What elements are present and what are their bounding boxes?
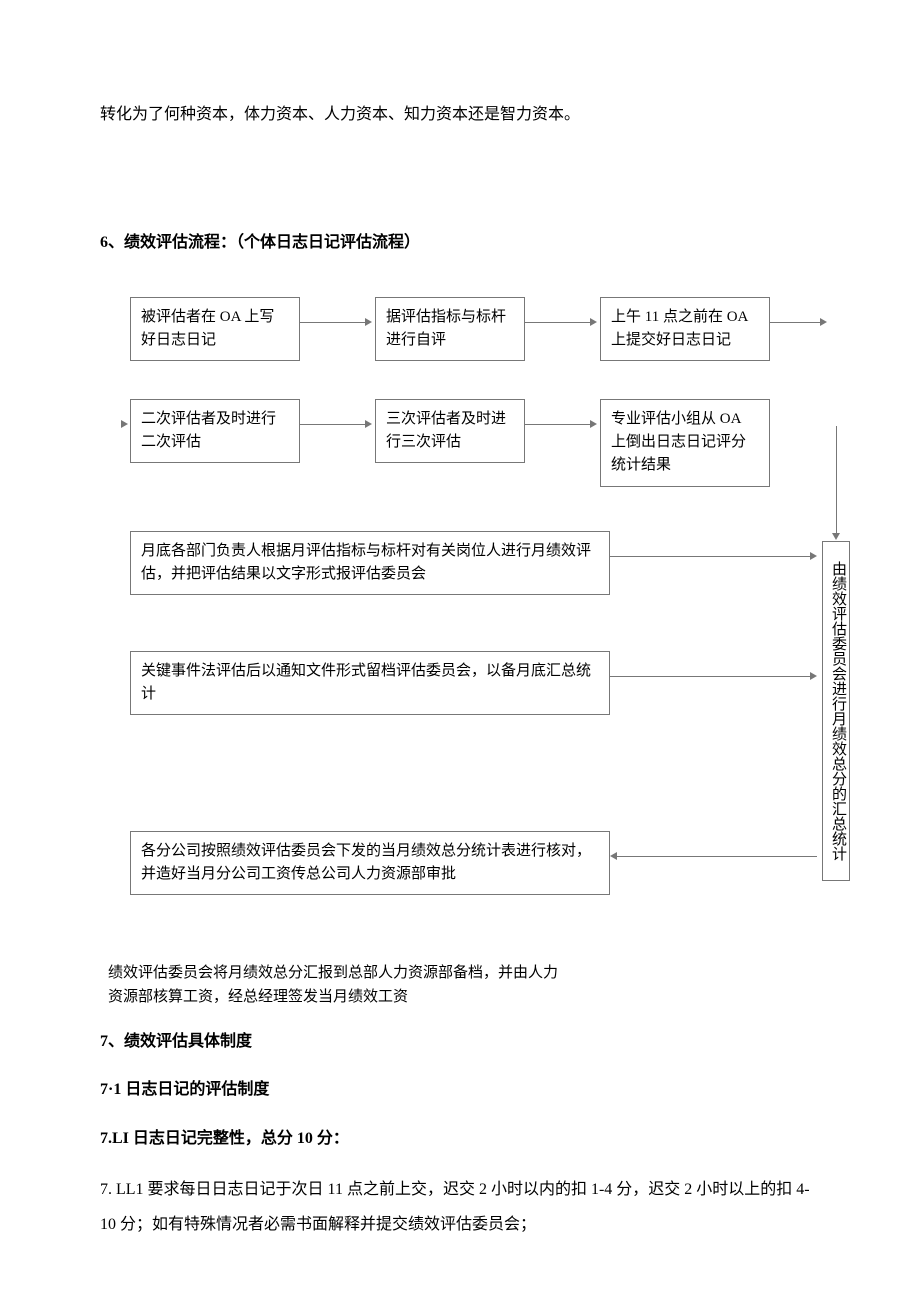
flow-box-key-event: 关键事件法评估后以通知文件形式留档评估委员会，以备月底汇总统计: [130, 651, 610, 716]
spacer: [100, 267, 820, 297]
arrow-line: [300, 322, 365, 323]
arrow-head: [590, 318, 597, 326]
arrow-head: [810, 672, 817, 680]
flow-bottom: 由绩效评估委员会进行月绩效总分的汇总统计 月底各部门负责人根据月评估指标与标杆对…: [130, 511, 850, 961]
flow-row-1: 被评估者在 OA 上写好日志日记 据评估指标与标杆进行自评 上午 11 点之前在…: [130, 297, 830, 387]
arrow-line: [617, 856, 817, 857]
arrow-line: [525, 424, 590, 425]
arrow-head: [365, 420, 372, 428]
flow-row-2: 二次评估者及时进行二次评估 三次评估者及时进行三次评估 专业评估小组从 OA 上…: [130, 399, 830, 499]
arrow-line: [836, 426, 837, 536]
flow-box-submit-11am: 上午 11 点之前在 OA 上提交好日志日记: [600, 297, 770, 362]
arrow-line: [525, 322, 590, 323]
arrow-head: [820, 318, 827, 326]
flow-box-third-eval: 三次评估者及时进行三次评估: [375, 399, 525, 464]
section-7-title: 7、绩效评估具体制度: [100, 1027, 820, 1057]
arrow-head: [610, 852, 617, 860]
section-7-ll-title: 7.LI 日志日记完整性，总分 10 分：: [100, 1124, 820, 1154]
section-7-1-title: 7·1 日志日记的评估制度: [100, 1075, 820, 1105]
spacer: [100, 138, 820, 228]
arrow-head: [810, 552, 817, 560]
paragraph-capital-types: 转化为了何种资本，体力资本、人力资本、知力资本还是智力资本。: [100, 100, 820, 130]
arrow-head: [365, 318, 372, 326]
flow-box-self-eval: 据评估指标与标杆进行自评: [375, 297, 525, 362]
paragraph-after-flow: 绩效评估委员会将月绩效总分汇报到总部人力资源部备档，并由人力资源部核算工资，经总…: [108, 961, 568, 1009]
flow-box-write-log: 被评估者在 OA 上写好日志日记: [130, 297, 300, 362]
flow-box-subsidiary-check: 各分公司按照绩效评估委员会下发的当月绩效总分统计表进行核对，并造好当月分公司工资…: [130, 831, 610, 896]
flow-box-stats-result: 专业评估小组从 OA 上倒出日志日记评分统计结果: [600, 399, 770, 487]
arrow-line: [610, 676, 810, 677]
flow-box-second-eval: 二次评估者及时进行二次评估: [130, 399, 300, 464]
flow-box-committee-vertical: 由绩效评估委员会进行月绩效总分的汇总统计: [822, 541, 850, 881]
flow-box-monthly-dept: 月底各部门负责人根据月评估指标与标杆对有关岗位人进行月绩效评估，并把评估结果以文…: [130, 531, 610, 596]
arrow-line: [300, 424, 365, 425]
arrow-head: [121, 420, 128, 428]
arrow-head: [832, 533, 840, 540]
arrow-head: [590, 420, 597, 428]
paragraph-7-ll1: 7. LL1 要求每日日志日记于次日 11 点之前上交，迟交 2 小时以内的扣 …: [100, 1172, 820, 1242]
section-6-title: 6、绩效评估流程：（个体日志日记评估流程）: [100, 228, 820, 258]
arrow-line: [610, 556, 810, 557]
arrow-line: [770, 322, 820, 323]
